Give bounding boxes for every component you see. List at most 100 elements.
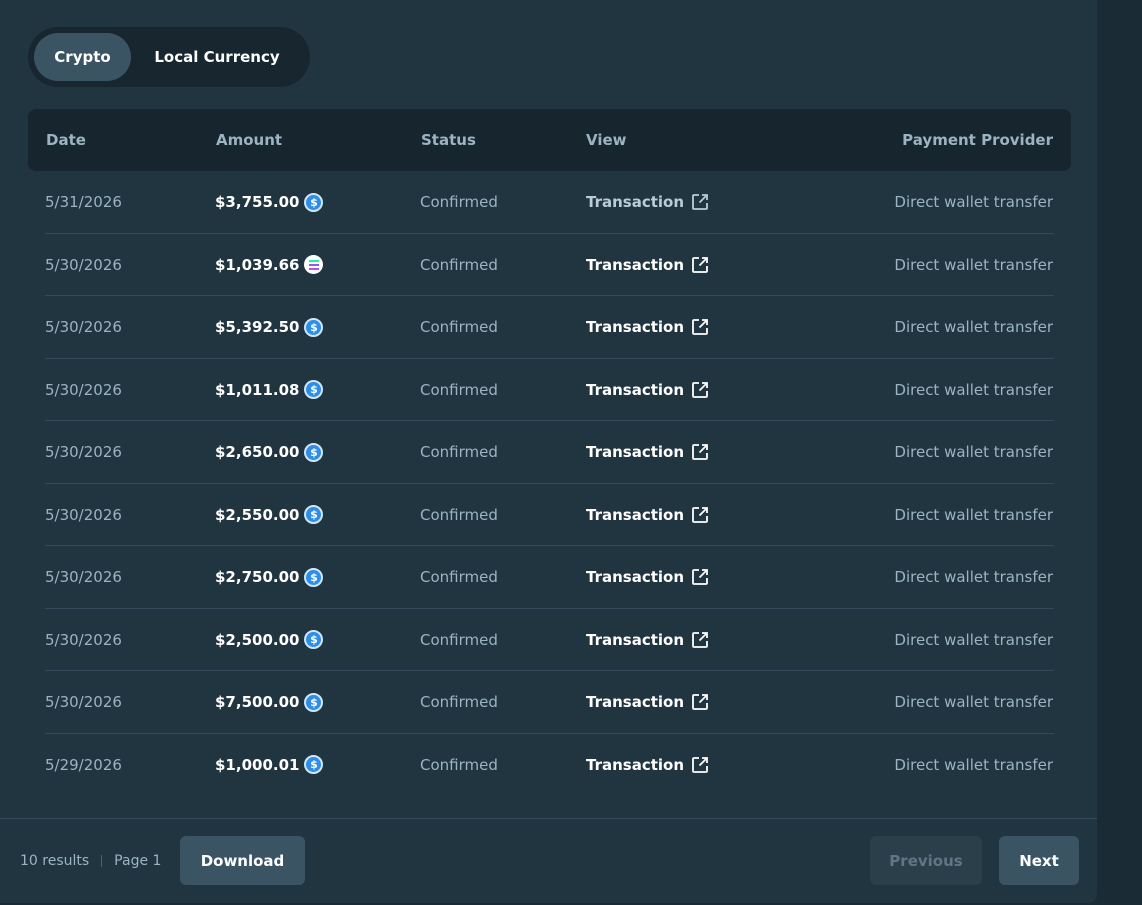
transaction-link[interactable]: Transaction bbox=[586, 484, 709, 546]
row-date: 5/29/2026 bbox=[45, 755, 122, 774]
table-row: 5/30/2026 $2,650.00 $ Confirmed Transaction D… bbox=[0, 421, 1097, 484]
row-date: 5/30/2026 bbox=[45, 255, 122, 274]
external-link-icon bbox=[691, 193, 709, 211]
table-row: 5/30/2026 $7,500.00 $ Confirmed Transaction D… bbox=[0, 671, 1097, 734]
row-payment-provider: Direct wallet transfer bbox=[894, 443, 1053, 461]
solana-icon bbox=[304, 255, 324, 274]
transaction-link[interactable]: Transaction bbox=[586, 671, 709, 733]
crypto-tab[interactable]: Crypto bbox=[34, 33, 131, 81]
external-link-icon bbox=[691, 318, 709, 336]
amount-value: $1,000.01 bbox=[215, 755, 300, 774]
usdc-icon: $ bbox=[304, 567, 324, 587]
table-row: 5/30/2026 $1,011.08 $ Confirmed Transaction D… bbox=[0, 359, 1097, 422]
external-link-icon bbox=[691, 381, 709, 399]
header-date: Date bbox=[46, 131, 86, 149]
transaction-link[interactable]: Transaction bbox=[586, 171, 709, 233]
row-status: Confirmed bbox=[420, 443, 498, 461]
row-status: Confirmed bbox=[420, 693, 498, 711]
row-date: 5/30/2026 bbox=[45, 693, 122, 711]
row-amount: $2,550.00 $ bbox=[215, 484, 324, 546]
row-date: 5/30/2026 bbox=[45, 380, 122, 399]
amount-value: $1,039.66 bbox=[215, 255, 300, 274]
transaction-link-label: Transaction bbox=[586, 193, 685, 211]
row-date: 5/30/2026 bbox=[45, 568, 122, 586]
results-count: 10 results bbox=[20, 853, 90, 869]
amount-value: $7,500.00 bbox=[215, 693, 300, 711]
row-status: Confirmed bbox=[420, 505, 498, 524]
table-row: 5/30/2026 $1,039.66 Confirmed Transaction Di… bbox=[0, 234, 1097, 297]
currency-toggle: Crypto Local Currency bbox=[28, 27, 310, 87]
usdc-icon: $ bbox=[304, 442, 324, 462]
transaction-link-label: Transaction bbox=[586, 255, 685, 274]
usdc-icon: $ bbox=[304, 505, 324, 524]
amount-value: $3,755.00 bbox=[215, 193, 300, 211]
usdc-icon: $ bbox=[304, 317, 324, 337]
previous-button[interactable]: Previous bbox=[870, 836, 982, 885]
amount-value: $2,500.00 bbox=[215, 630, 300, 649]
transaction-link-label: Transaction bbox=[586, 380, 685, 399]
row-payment-provider: Direct wallet transfer bbox=[894, 255, 1053, 274]
transaction-link[interactable]: Transaction bbox=[586, 421, 709, 483]
transaction-link-label: Transaction bbox=[586, 443, 685, 461]
page-indicator: Page 1 bbox=[114, 853, 162, 869]
transactions-table-body: 5/31/2026 $3,755.00 $ Confirmed Transaction D… bbox=[0, 171, 1097, 796]
transaction-link-label: Transaction bbox=[586, 318, 685, 336]
transaction-link-label: Transaction bbox=[586, 755, 685, 774]
divider bbox=[101, 855, 103, 867]
transactions-panel: Crypto Local Currency Date Amount Status… bbox=[0, 0, 1097, 903]
row-payment-provider: Direct wallet transfer bbox=[894, 505, 1053, 524]
download-button[interactable]: Download bbox=[180, 836, 305, 885]
local-currency-tab[interactable]: Local Currency bbox=[131, 33, 303, 81]
transaction-link-label: Transaction bbox=[586, 630, 685, 649]
row-status: Confirmed bbox=[420, 568, 498, 586]
row-amount: $2,650.00 $ bbox=[215, 421, 324, 483]
table-row: 5/30/2026 $2,750.00 $ Confirmed Transaction D… bbox=[0, 546, 1097, 609]
footer-divider bbox=[0, 818, 1097, 819]
transaction-link[interactable]: Transaction bbox=[586, 296, 709, 358]
header-amount: Amount bbox=[216, 131, 283, 149]
external-link-icon bbox=[691, 256, 709, 274]
amount-value: $2,550.00 bbox=[215, 505, 300, 524]
usdc-icon: $ bbox=[304, 692, 324, 712]
side-strip bbox=[1097, 0, 1142, 905]
row-status: Confirmed bbox=[420, 380, 498, 399]
row-status: Confirmed bbox=[420, 630, 498, 649]
row-amount: $2,750.00 $ bbox=[215, 546, 324, 608]
row-payment-provider: Direct wallet transfer bbox=[894, 318, 1053, 336]
usdc-icon: $ bbox=[304, 192, 324, 212]
external-link-icon bbox=[691, 506, 709, 524]
external-link-icon bbox=[691, 443, 709, 461]
row-payment-provider: Direct wallet transfer bbox=[894, 380, 1053, 399]
transaction-link[interactable]: Transaction bbox=[586, 546, 709, 608]
row-status: Confirmed bbox=[420, 755, 498, 774]
row-date: 5/30/2026 bbox=[45, 318, 122, 336]
row-status: Confirmed bbox=[420, 255, 498, 274]
transaction-link[interactable]: Transaction bbox=[586, 234, 709, 296]
external-link-icon bbox=[691, 756, 709, 774]
table-header: Date Amount Status View Payment Provider bbox=[28, 109, 1071, 171]
row-status: Confirmed bbox=[420, 318, 498, 336]
row-amount: $5,392.50 $ bbox=[215, 296, 324, 358]
usdc-icon: $ bbox=[304, 755, 324, 774]
amount-value: $2,650.00 bbox=[215, 443, 300, 461]
header-payment-provider: Payment Provider bbox=[902, 131, 1053, 149]
table-row: 5/30/2026 $2,500.00 $ Confirmed Transaction D… bbox=[0, 609, 1097, 672]
external-link-icon bbox=[691, 568, 709, 586]
transaction-link[interactable]: Transaction bbox=[586, 734, 709, 796]
usdc-icon: $ bbox=[304, 630, 324, 649]
transaction-link-label: Transaction bbox=[586, 693, 685, 711]
table-row: 5/30/2026 $5,392.50 $ Confirmed Transaction D… bbox=[0, 296, 1097, 359]
row-amount: $1,039.66 bbox=[215, 234, 324, 296]
amount-value: $2,750.00 bbox=[215, 568, 300, 586]
external-link-icon bbox=[691, 693, 709, 711]
results-summary: 10 results Page 1 bbox=[20, 850, 161, 872]
row-payment-provider: Direct wallet transfer bbox=[894, 568, 1053, 586]
transaction-link[interactable]: Transaction bbox=[586, 609, 709, 671]
row-amount: $1,011.08 $ bbox=[215, 359, 324, 421]
transaction-link[interactable]: Transaction bbox=[586, 359, 709, 421]
row-date: 5/30/2026 bbox=[45, 630, 122, 649]
next-button[interactable]: Next bbox=[999, 836, 1079, 885]
header-status: Status bbox=[421, 131, 476, 149]
amount-value: $5,392.50 bbox=[215, 318, 300, 336]
row-payment-provider: Direct wallet transfer bbox=[894, 193, 1053, 211]
